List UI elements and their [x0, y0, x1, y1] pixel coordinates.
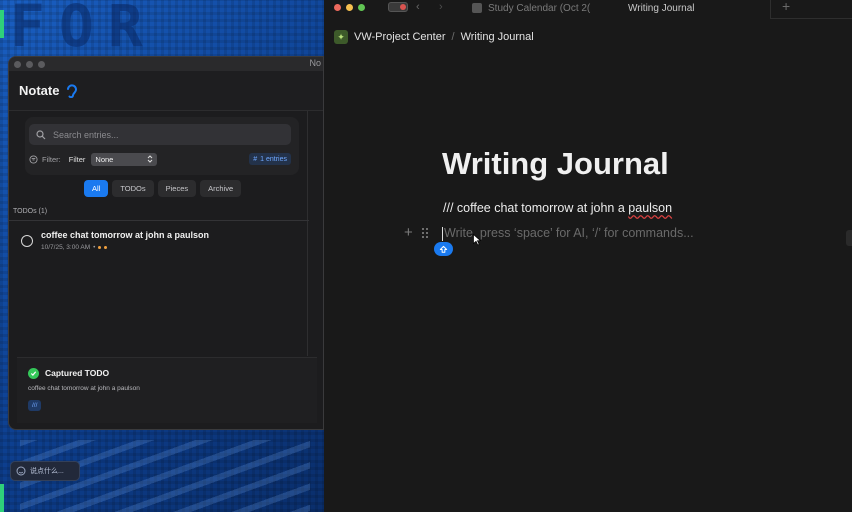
- wallpaper-block-letters: FOR: [10, 0, 157, 52]
- tab-label: Writing Journal: [628, 2, 695, 14]
- tab-pieces[interactable]: Pieces: [157, 180, 197, 197]
- search-input[interactable]: [53, 129, 273, 140]
- filter-icon: [29, 154, 38, 164]
- zoom-window-button[interactable]: [38, 60, 45, 68]
- tab-all[interactable]: All: [84, 180, 109, 197]
- tab-writing-journal[interactable]: Writing Journal: [628, 0, 695, 16]
- mouse-cursor-icon: [473, 234, 481, 246]
- chat-placeholder: 说点什么...: [30, 468, 64, 475]
- text-block-content: /// coffee chat tomorrow at john a: [443, 201, 629, 215]
- breadcrumb-page[interactable]: Writing Journal: [461, 31, 534, 43]
- misspelled-word: paulson: [628, 201, 673, 215]
- breadcrumb-separator: /: [451, 31, 455, 43]
- page-title[interactable]: Writing Journal: [442, 146, 669, 182]
- notate-titlebar: No: [9, 57, 323, 71]
- ai-assist-button[interactable]: [434, 242, 453, 256]
- todo-meta: 10/7/25, 3:00 AM •: [41, 244, 108, 251]
- notate-header: Notate: [9, 71, 323, 111]
- ear-icon: [67, 83, 78, 98]
- editor-window: ‹ › Study Calendar (Oct 2( Writing Journ…: [324, 0, 852, 512]
- search-icon: [36, 129, 46, 139]
- back-arrow-icon[interactable]: ‹: [416, 1, 420, 13]
- breadcrumb-workspace[interactable]: VW-Project Center: [354, 31, 446, 43]
- pane-divider[interactable]: [307, 111, 308, 356]
- new-tab-button[interactable]: +: [782, 0, 790, 14]
- notate-window: No Notate Filter: Filter None: [8, 56, 324, 430]
- toast-tag: ///: [28, 400, 42, 411]
- todo-title: coffee chat tomorrow at john a paulson: [41, 230, 210, 240]
- tab-label: Study Calendar (Oct 2(: [488, 2, 591, 14]
- editor-titlebar: ‹ › Study Calendar (Oct 2( Writing Journ…: [324, 0, 852, 20]
- toast-body: coffee chat tomorrow at john a paulson: [28, 385, 140, 392]
- section-divider: [9, 220, 309, 221]
- tab-study-calendar[interactable]: Study Calendar (Oct 2(: [472, 0, 600, 16]
- filter-select[interactable]: None: [91, 152, 158, 166]
- tab-archive[interactable]: Archive: [200, 180, 242, 197]
- zoom-window-button[interactable]: [358, 4, 365, 11]
- add-block-button[interactable]: +: [404, 224, 413, 241]
- smiley-icon: [16, 466, 26, 476]
- desktop-accent-bar: [0, 10, 4, 38]
- notification-badge-icon[interactable]: [388, 2, 408, 12]
- filter-row: Filter: Filter None # 1 entries: [29, 152, 291, 166]
- todo-meta-separator: •: [93, 244, 96, 251]
- todo-timestamp: 10/7/25, 3:00 AM: [41, 244, 91, 251]
- minimize-window-button[interactable]: [26, 60, 33, 68]
- search-panel: Filter: Filter None # 1 entries: [25, 117, 299, 175]
- chat-input-pill[interactable]: 说点什么...: [10, 461, 80, 481]
- desktop-accent-bar: [0, 484, 4, 512]
- toast-title: Captured TODO: [45, 368, 110, 378]
- side-panel-handle[interactable]: [846, 230, 852, 246]
- workspace-icon: ✦: [334, 30, 348, 44]
- forward-arrow-icon[interactable]: ›: [439, 1, 443, 13]
- filter-label: Filter: [68, 154, 86, 164]
- chevron-updown-icon: [148, 155, 153, 163]
- todo-checkbox[interactable]: [21, 235, 33, 247]
- todo-list-item[interactable]: coffee chat tomorrow at john a paulson 1…: [13, 227, 303, 257]
- entries-count: 1 entries: [260, 155, 287, 163]
- entries-count-badge: # 1 entries: [249, 153, 291, 165]
- breadcrumb: ✦ VW-Project Center / Writing Journal: [334, 30, 534, 44]
- filter-select-value: None: [95, 154, 114, 164]
- drag-handle-icon[interactable]: [421, 227, 429, 239]
- toast-tag-label: ///: [32, 402, 38, 409]
- tab-todos[interactable]: TODOs: [112, 180, 154, 197]
- close-window-button[interactable]: [334, 4, 341, 11]
- text-caret: [442, 227, 443, 241]
- minimize-window-button[interactable]: [346, 4, 353, 11]
- app-title: Notate: [19, 83, 60, 98]
- empty-block-placeholder[interactable]: Write, press ‘space’ for AI, ‘/’ for com…: [444, 226, 694, 240]
- calendar-icon: [472, 3, 482, 13]
- capture-toast: Captured TODO coffee chat tomorrow at jo…: [17, 357, 317, 423]
- priority-dot-icon: [98, 246, 102, 249]
- close-window-button[interactable]: [14, 60, 21, 68]
- shift-arrow-icon: [439, 245, 448, 253]
- filter-caption: Filter:: [42, 154, 61, 164]
- hash-icon: #: [253, 155, 258, 163]
- text-block[interactable]: /// coffee chat tomorrow at john a pauls…: [443, 201, 672, 215]
- search-box[interactable]: [29, 124, 291, 145]
- section-label: TODOs (1): [13, 208, 48, 215]
- entry-tabs: All TODOs Pieces Archive: [84, 180, 242, 197]
- notate-window-title: No: [309, 58, 321, 68]
- checkmark-icon: [28, 368, 39, 379]
- priority-dot-icon: [104, 246, 108, 249]
